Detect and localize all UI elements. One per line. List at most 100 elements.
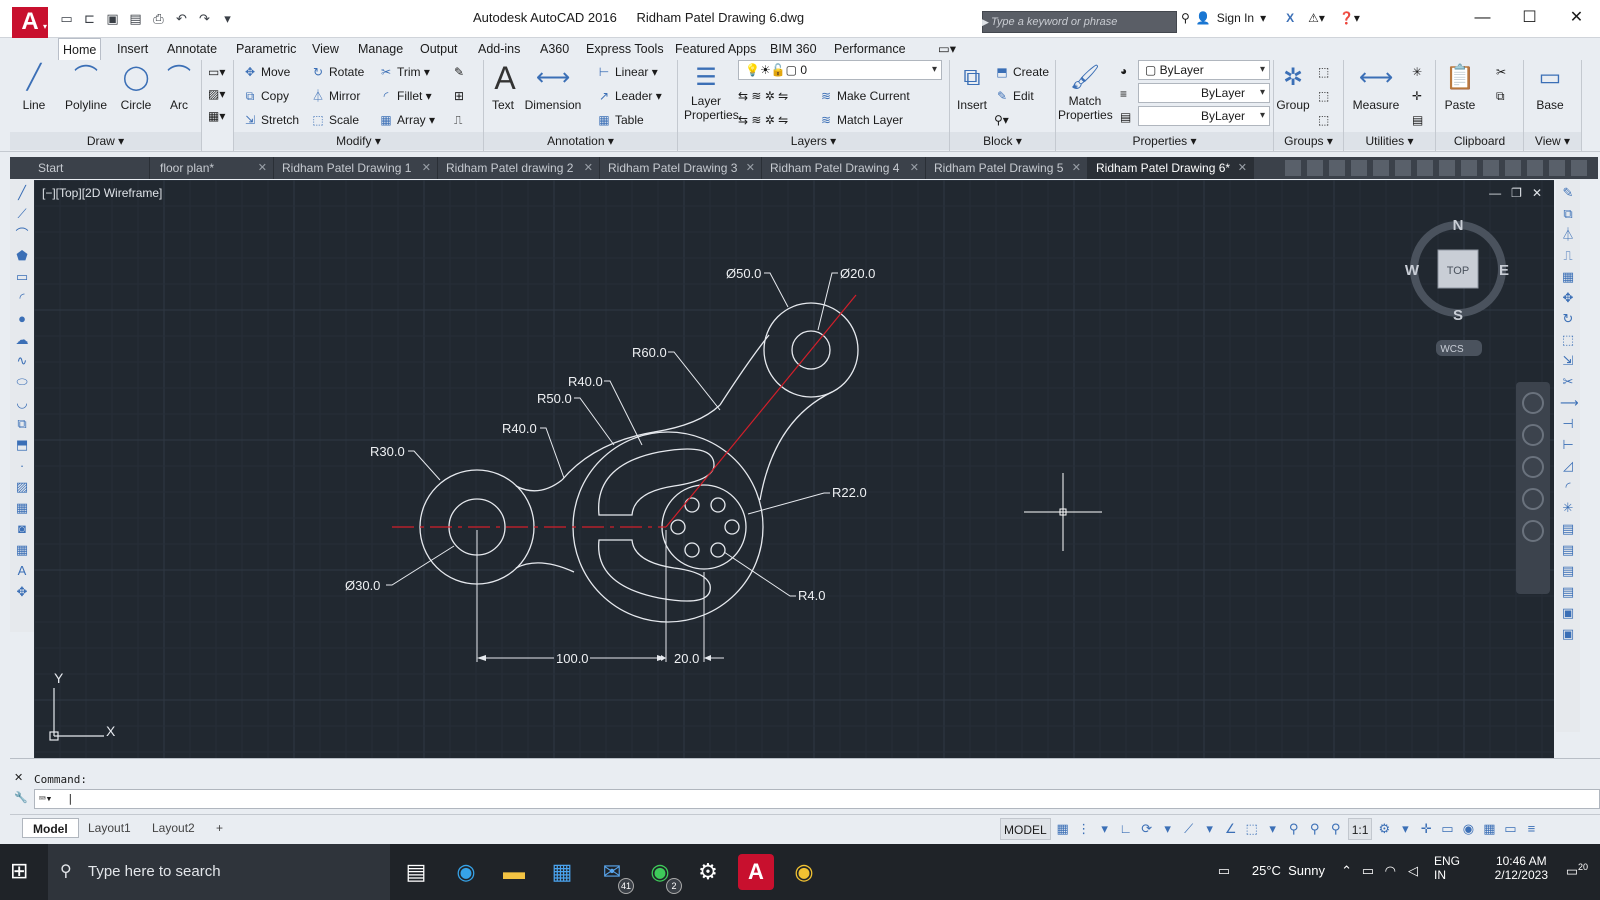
clean-screen-icon[interactable]: ▭ — [1501, 820, 1519, 838]
color-wheel-icon[interactable]: ◕ — [1120, 61, 1127, 81]
arc-tool-icon[interactable]: ◜ — [14, 290, 30, 306]
polyline-button[interactable]: ⌒ Polyline — [56, 62, 116, 112]
new-icon[interactable]: ▭ — [58, 11, 75, 27]
close-tab-icon[interactable]: ✕ — [422, 157, 431, 179]
view-panel-title[interactable]: View ▾ — [1524, 132, 1581, 150]
spline-icon[interactable]: ∿ — [14, 353, 30, 369]
move-tool-icon[interactable]: ✥ — [1560, 290, 1576, 306]
compass-west[interactable]: W — [1405, 262, 1420, 279]
grid-icon[interactable]: ▦ — [1054, 820, 1072, 838]
draw-panel-title[interactable]: Draw ▾ — [10, 132, 201, 150]
tab-annotate[interactable]: Annotate — [163, 38, 221, 60]
trim-tool-icon[interactable]: ✂ — [1560, 374, 1576, 390]
close-tab-icon[interactable]: ✕ — [910, 157, 919, 179]
customization-menu-icon[interactable]: ≡ — [1522, 820, 1540, 838]
polyline-tool-icon[interactable]: ⌒ — [14, 227, 30, 243]
tool-icon[interactable] — [1527, 160, 1543, 176]
tool-icon[interactable] — [1373, 160, 1389, 176]
array-tool-icon[interactable]: ▦ — [1560, 269, 1576, 285]
fillet-button[interactable]: ◜ Fillet ▾ — [378, 86, 432, 106]
chevron-down-icon[interactable]: ▾ — [1096, 820, 1114, 838]
match-layer-button[interactable]: ≋ Match Layer — [818, 110, 903, 130]
settings-gear-icon[interactable]: ⚙ — [690, 854, 726, 890]
viewcube[interactable]: TOP N S E W WCS — [1405, 217, 1509, 356]
sign-in-label[interactable]: Sign In — [1217, 11, 1254, 25]
file-tab-drawing-2[interactable]: Ridham Patel drawing 2 ✕ — [438, 157, 600, 179]
orbit-icon[interactable] — [1522, 488, 1544, 510]
isolate-objects-icon[interactable]: ◉ — [1459, 820, 1477, 838]
viewport-close-icon[interactable]: ✕ — [1532, 186, 1542, 200]
tool-icon[interactable] — [1483, 160, 1499, 176]
chevron-down-icon[interactable]: ▾ — [1260, 11, 1266, 25]
modify-panel-title[interactable]: Modify ▾ — [234, 132, 483, 150]
file-tab-start[interactable]: Start — [30, 157, 150, 179]
close-tab-icon[interactable]: ✕ — [746, 157, 755, 179]
command-prompt-icon[interactable]: ⌨▾ — [39, 790, 52, 808]
store-icon[interactable]: ▦ — [544, 854, 580, 890]
viewport-controls-label[interactable]: [−][Top][2D Wireframe] — [42, 186, 162, 200]
fillet-tool-icon[interactable]: ◜ — [1560, 479, 1576, 495]
help-icon[interactable]: ❓▾ — [1339, 11, 1360, 25]
tab-parametric[interactable]: Parametric — [232, 38, 300, 60]
redo-icon[interactable]: ↷ — [196, 11, 213, 27]
taskbar-search[interactable]: ⚲ Type here to search — [48, 844, 390, 900]
chevron-down-icon[interactable]: ▾ — [1396, 820, 1414, 838]
erase-icon[interactable]: ✎ — [454, 62, 464, 82]
file-tab-drawing-6[interactable]: Ridham Patel Drawing 6* ✕ — [1088, 157, 1254, 179]
block-panel-title[interactable]: Block ▾ — [950, 132, 1055, 150]
object-snap-icon[interactable]: ⬚ — [1243, 820, 1261, 838]
command-input[interactable]: ⌨▾ | — [34, 789, 1600, 809]
add-layout-icon[interactable]: + — [206, 818, 233, 838]
arc-button[interactable]: ⌒ Arc — [162, 62, 196, 112]
file-tab-drawing-5[interactable]: Ridham Patel Drawing 5 ✕ — [926, 157, 1088, 179]
close-tab-icon[interactable]: ✕ — [1072, 157, 1081, 179]
leader-button[interactable]: ↗ Leader ▾ — [596, 86, 662, 106]
dim-100[interactable]: 100.0 — [556, 651, 589, 666]
offset-icon[interactable]: ⎍ — [454, 110, 462, 130]
print-icon[interactable]: ⎙ — [150, 11, 167, 27]
tab-insert[interactable]: Insert — [113, 38, 152, 60]
notifications-icon[interactable]: ▭20 — [1566, 862, 1588, 879]
tab-view[interactable]: View — [308, 38, 343, 60]
draworder-front-icon[interactable]: ▤ — [1560, 542, 1576, 558]
tool-icon[interactable] — [1571, 160, 1587, 176]
wifi-icon[interactable]: ◠ — [1385, 863, 1396, 879]
group-edit-icon[interactable]: ⬚ — [1318, 86, 1329, 106]
copy-tool-icon[interactable]: ⧉ — [1560, 206, 1576, 222]
undo-icon[interactable]: ↶ — [173, 11, 190, 27]
color-dropdown[interactable]: ▢ ByLayer — [1138, 60, 1270, 80]
text-button[interactable]: A Text — [488, 62, 518, 112]
save-as-icon[interactable]: ▤ — [127, 11, 144, 27]
pan-icon[interactable] — [1522, 424, 1544, 446]
cut-icon[interactable]: ✂ — [1496, 62, 1506, 82]
circle-tool-icon[interactable]: ● — [14, 311, 30, 327]
task-view-icon[interactable]: ▤ — [398, 854, 434, 890]
create-block-button[interactable]: ⬒ Create — [994, 62, 1049, 82]
draworder-icon[interactable]: ▤ — [1560, 521, 1576, 537]
offset-tool-icon[interactable]: ⎍ — [1560, 248, 1576, 264]
erase-tool-icon[interactable]: ✎ — [1560, 185, 1576, 201]
tab-express-tools[interactable]: Express Tools — [582, 38, 668, 60]
chevron-down-icon[interactable]: ▾ — [1201, 820, 1219, 838]
layers-panel-title[interactable]: Layers ▾ — [678, 132, 949, 150]
close-tab-icon[interactable]: ✕ — [258, 157, 267, 179]
units-icon[interactable]: ▭ — [1438, 820, 1456, 838]
mail-icon[interactable]: ✉ 41 — [594, 854, 634, 894]
viewport-restore-icon[interactable]: ❐ — [1511, 186, 1522, 200]
layer-tools-row[interactable]: ⇆ ≋ ✲ ⇋ — [738, 86, 788, 106]
exchange-icon[interactable]: X — [1286, 11, 1294, 25]
revcloud-icon[interactable]: ☁ — [14, 332, 30, 348]
calculator-icon[interactable]: ▤ — [1412, 110, 1423, 130]
help-search-input[interactable]: Type a keyword or phrase — [982, 11, 1177, 33]
steering-wheel-icon[interactable] — [1522, 392, 1544, 414]
insert-block-button[interactable]: ⧉ Insert — [952, 62, 992, 112]
ellipse-icon[interactable]: ⬭ — [14, 374, 30, 390]
construction-line-icon[interactable]: ⟋ — [14, 206, 30, 222]
insert-block-tool-icon[interactable]: ⧉ — [14, 416, 30, 432]
layout-tab-layout2[interactable]: Layout2 — [142, 818, 205, 838]
chrome-icon[interactable]: ◉ — [786, 854, 822, 890]
tool-icon[interactable] — [1307, 160, 1323, 176]
point-icon[interactable]: ✳ — [1412, 62, 1422, 82]
paste-button[interactable]: 📋 Paste — [1440, 62, 1480, 112]
linear-button[interactable]: ⊢ Linear ▾ — [596, 62, 658, 82]
